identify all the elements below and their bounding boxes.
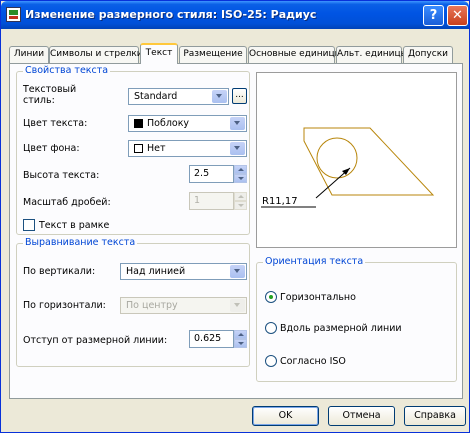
text-orientation-title: Ориентация текста bbox=[263, 256, 366, 267]
dialog-window: Изменение размерного стиля: ISO-25: Ради… bbox=[0, 0, 470, 433]
orientation-horizontal-label: Горизонтально bbox=[280, 292, 356, 303]
preview-outline bbox=[303, 127, 435, 196]
tab-symbols-arrows[interactable]: Символы и стрелки bbox=[49, 46, 143, 63]
text-height-spinner[interactable]: 2.5 bbox=[189, 165, 247, 183]
text-color-select[interactable]: Поблоку bbox=[128, 115, 247, 132]
text-style-select[interactable]: Standard bbox=[128, 88, 229, 105]
text-style-label: Текстовый стиль: bbox=[23, 84, 77, 106]
fraction-scale-spinner: 1 bbox=[189, 192, 247, 210]
dimension-preview-drawing: R11,17 bbox=[261, 127, 435, 208]
vertical-label: По вертикали: bbox=[23, 266, 96, 277]
text-alignment-group: Выравнивание текста По вертикали: Над ли… bbox=[16, 237, 250, 367]
fraction-scale-label: Масштаб дробей: bbox=[23, 197, 111, 208]
text-height-input[interactable]: 2.5 bbox=[189, 165, 234, 183]
title-bar[interactable]: Изменение размерного стиля: ISO-25: Ради… bbox=[1, 1, 469, 29]
spin-up-icon[interactable] bbox=[234, 330, 247, 339]
chevron-down-icon[interactable] bbox=[230, 117, 245, 130]
ok-button[interactable]: OK bbox=[252, 406, 319, 426]
spinner-buttons bbox=[234, 192, 247, 210]
fraction-scale-input: 1 bbox=[189, 192, 234, 210]
preview-circle bbox=[316, 137, 358, 179]
fill-color-label: Цвет фона: bbox=[23, 143, 80, 154]
text-height-label: Высота текста: bbox=[23, 170, 100, 181]
spin-up-icon[interactable] bbox=[234, 165, 247, 174]
frame-text-checkbox[interactable] bbox=[23, 219, 35, 231]
text-properties-title: Свойства текста bbox=[23, 65, 111, 76]
text-style-value: Standard bbox=[134, 91, 178, 102]
horizontal-select: По центру bbox=[120, 297, 247, 314]
text-color-value: Поблоку bbox=[147, 118, 190, 129]
text-alignment-title: Выравнивание текста bbox=[23, 237, 138, 248]
color-swatch-icon bbox=[134, 144, 143, 153]
help-button[interactable]: Справка bbox=[404, 406, 466, 426]
spin-down-icon[interactable] bbox=[234, 174, 247, 183]
window-title: Изменение размерного стиля: ISO-25: Ради… bbox=[25, 8, 317, 21]
close-title-button[interactable]: ✕ bbox=[447, 5, 468, 26]
fill-color-select[interactable]: Нет bbox=[128, 140, 247, 157]
text-properties-group: Свойства текста Текстовый стиль: Standar… bbox=[16, 65, 250, 235]
offset-input[interactable]: 0.625 bbox=[189, 330, 234, 348]
offset-spinner[interactable]: 0.625 bbox=[189, 330, 247, 348]
cancel-button[interactable]: Отмена bbox=[328, 406, 395, 426]
app-icon bbox=[6, 7, 21, 22]
vertical-value: Над линией bbox=[126, 266, 186, 277]
tab-text[interactable]: Текст bbox=[140, 43, 178, 64]
tab-placement[interactable]: Размещение bbox=[179, 46, 247, 63]
text-style-browse-button[interactable]: ... bbox=[232, 88, 247, 104]
chevron-down-icon bbox=[230, 299, 245, 312]
color-swatch-icon bbox=[134, 119, 143, 128]
tab-primary-units[interactable]: Основные единицы bbox=[248, 46, 342, 63]
text-orientation-group: Ориентация текста Горизонтально Вдоль ра… bbox=[256, 256, 457, 382]
fill-color-value: Нет bbox=[147, 143, 166, 154]
dimension-text: R11,17 bbox=[262, 196, 298, 207]
help-title-button[interactable]: ? bbox=[423, 5, 444, 26]
spinner-buttons[interactable] bbox=[234, 330, 247, 348]
tab-alternate-units[interactable]: Альт. единицы bbox=[336, 46, 408, 63]
horizontal-label: По горизонтали: bbox=[23, 300, 106, 311]
spin-down-icon bbox=[234, 201, 247, 210]
spinner-buttons[interactable] bbox=[234, 165, 247, 183]
tab-panel-text: Свойства текста Текстовый стиль: Standar… bbox=[9, 63, 463, 399]
offset-label: Отступ от размерной линии: bbox=[23, 335, 168, 346]
orientation-iso-radio[interactable] bbox=[265, 355, 277, 367]
orientation-aligned-radio[interactable] bbox=[265, 322, 277, 334]
vertical-select[interactable]: Над линией bbox=[120, 263, 247, 280]
tab-tolerances[interactable]: Допуски bbox=[403, 46, 453, 63]
preview-pane: R11,17 bbox=[256, 72, 457, 248]
chevron-down-icon[interactable] bbox=[230, 142, 245, 155]
spin-down-icon[interactable] bbox=[234, 339, 247, 348]
chevron-down-icon[interactable] bbox=[212, 90, 227, 103]
orientation-iso-label: Согласно ISO bbox=[280, 356, 346, 367]
preview-shape bbox=[303, 127, 435, 196]
horizontal-value: По центру bbox=[126, 300, 178, 311]
chevron-down-icon[interactable] bbox=[230, 265, 245, 278]
spin-up-icon bbox=[234, 192, 247, 201]
text-color-label: Цвет текста: bbox=[23, 118, 88, 129]
orientation-horizontal-radio[interactable] bbox=[265, 291, 277, 303]
frame-text-label: Текст в рамке bbox=[39, 220, 110, 231]
tab-lines[interactable]: Линии bbox=[9, 46, 49, 63]
orientation-aligned-label: Вдоль размерной линии bbox=[280, 323, 402, 334]
